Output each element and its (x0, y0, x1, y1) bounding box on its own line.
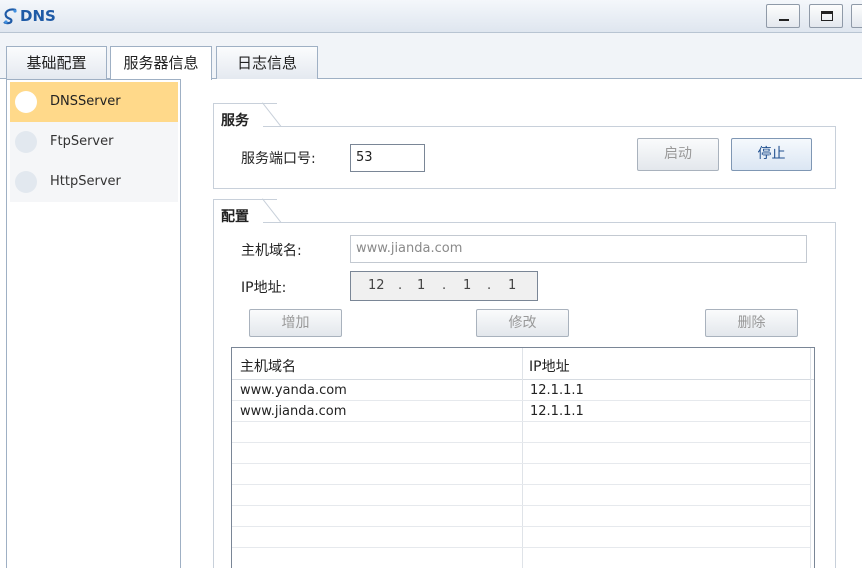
maximize-icon (821, 11, 833, 21)
column-divider (810, 348, 811, 568)
maximize-button[interactable] (809, 4, 843, 28)
table-row[interactable]: www.jianda.com 12.1.1.1 (232, 401, 810, 422)
ip-octet-1[interactable]: 12 (368, 278, 385, 293)
port-label: 服务端口号: (241, 151, 316, 167)
cell-ip: 12.1.1.1 (530, 383, 584, 398)
dns-app-icon (3, 8, 17, 25)
sidebar-item-ftpserver[interactable]: FtpServer (10, 122, 178, 162)
stop-button[interactable]: 停止 (731, 138, 812, 171)
dns-records-table: 主机域名 IP地址 www.yanda.com 12.1.1.1 www.jia… (231, 347, 815, 568)
server-list: DNSServer FtpServer HttpServer (6, 79, 181, 568)
modify-button[interactable]: 修改 (476, 309, 569, 337)
server-status-icon (15, 171, 37, 193)
table-row-empty (232, 485, 810, 506)
close-button[interactable] (851, 4, 862, 28)
cell-ip: 12.1.1.1 (530, 404, 584, 419)
delete-button[interactable]: 删除 (705, 309, 798, 337)
sidebar-item-label: FtpServer (50, 134, 114, 149)
table-row-empty (232, 548, 810, 568)
table-row-empty (232, 506, 810, 527)
domain-label: 主机域名: (241, 243, 302, 259)
ip-label: IP地址: (241, 280, 287, 296)
sidebar-item-label: HttpServer (50, 174, 121, 189)
table-row-empty (232, 527, 810, 548)
window-title: DNS (20, 7, 56, 25)
cell-domain: www.yanda.com (240, 383, 347, 398)
ip-separator: . (442, 278, 447, 293)
ip-octet-3[interactable]: 1 (463, 278, 471, 293)
ip-octet-2[interactable]: 1 (417, 278, 425, 293)
minimize-icon (779, 19, 789, 21)
sidebar-item-label: DNSServer (50, 94, 121, 109)
config-group-title: 配置 (221, 209, 249, 225)
cell-domain: www.jianda.com (240, 404, 347, 419)
service-group-title: 服务 (221, 113, 249, 129)
domain-input[interactable]: www.jianda.com (350, 235, 807, 263)
minimize-button[interactable] (766, 4, 800, 28)
server-status-icon (15, 91, 37, 113)
port-input[interactable]: 53 (350, 144, 425, 172)
column-header-domain[interactable]: 主机域名 (240, 356, 296, 376)
sidebar-item-dnsserver[interactable]: DNSServer (10, 82, 178, 122)
table-row[interactable]: www.yanda.com 12.1.1.1 (232, 380, 810, 401)
ip-separator: . (487, 278, 492, 293)
table-header: 主机域名 IP地址 (232, 348, 814, 380)
ip-octet-4[interactable]: 1 (508, 278, 516, 293)
start-button[interactable]: 启动 (637, 138, 719, 171)
column-header-ip[interactable]: IP地址 (529, 356, 570, 376)
add-button[interactable]: 增加 (249, 309, 342, 337)
table-row-empty (232, 443, 810, 464)
ip-separator: . (398, 278, 403, 293)
tab-log-info[interactable]: 日志信息 (216, 46, 318, 79)
tab-bar: 基础配置 服务器信息 日志信息 (0, 33, 862, 80)
title-bar: DNS (0, 0, 862, 33)
ip-address-input[interactable]: 12 . 1 . 1 . 1 (350, 271, 538, 301)
tab-server-info[interactable]: 服务器信息 (110, 46, 212, 80)
server-status-icon (15, 131, 37, 153)
sidebar-item-httpserver[interactable]: HttpServer (10, 162, 178, 202)
table-row-empty (232, 422, 810, 443)
tab-basic-config[interactable]: 基础配置 (6, 46, 107, 79)
table-row-empty (232, 464, 810, 485)
